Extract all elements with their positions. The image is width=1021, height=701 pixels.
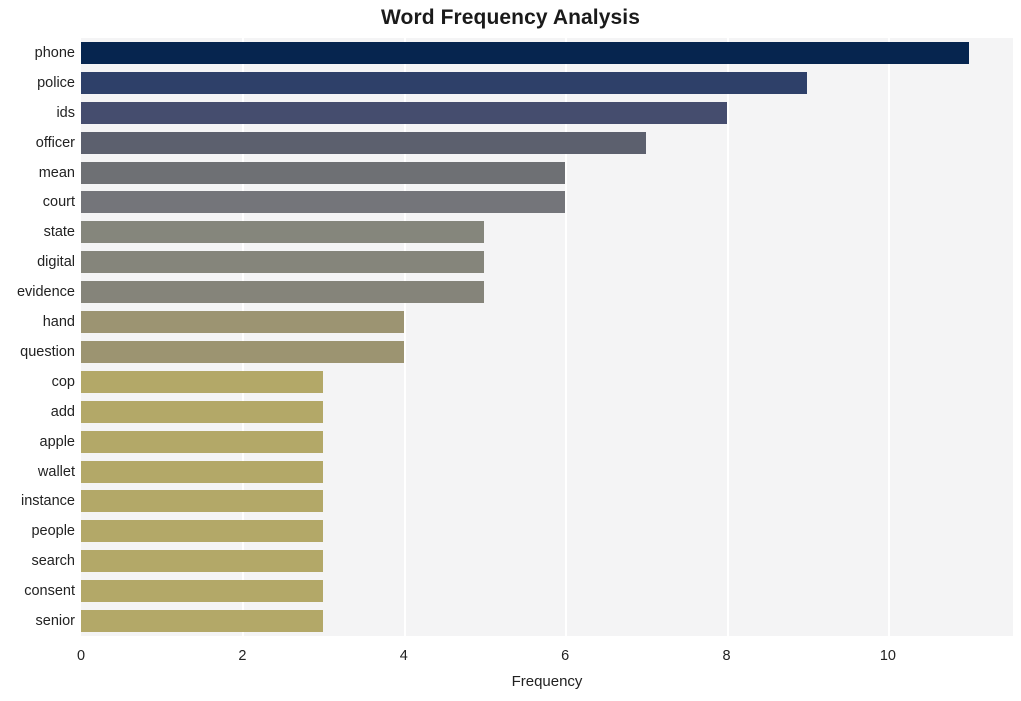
bar	[81, 520, 324, 543]
y-axis-tick-label: consent	[24, 583, 75, 600]
page-title: Word Frequency Analysis	[380, 6, 641, 29]
x-axis-tick-label: 0	[76, 648, 86, 664]
y-axis-tick-label: apple	[39, 433, 75, 450]
y-axis-tick-label: state	[43, 224, 75, 241]
y-axis-tick-label: wallet	[37, 463, 75, 480]
y-axis-tick-label: court	[42, 194, 75, 211]
bar	[81, 460, 324, 483]
bar	[81, 191, 566, 214]
y-axis-tick-label: officer	[35, 134, 75, 151]
bar	[81, 221, 485, 244]
bar	[81, 430, 324, 453]
plot-area	[81, 38, 1013, 636]
y-axis-tick-label: digital	[37, 254, 75, 271]
y-axis-tick-label: search	[31, 553, 75, 570]
bar	[81, 610, 324, 633]
bar	[81, 311, 404, 334]
bar	[81, 161, 566, 184]
y-axis-tick-label: phone	[34, 44, 75, 61]
x-axis-tick-label: 2	[238, 648, 247, 664]
x-axis-label: Frequency	[511, 673, 583, 690]
bar	[81, 340, 404, 363]
bar	[81, 370, 324, 393]
y-axis-tick-label: police	[37, 74, 75, 91]
x-axis-tick-label: 6	[561, 648, 570, 664]
bar	[81, 131, 646, 154]
x-axis-tick-label: 4	[399, 648, 408, 664]
x-axis-tick-label: 10	[879, 648, 896, 664]
bar	[81, 71, 808, 94]
y-axis-tick-label: add	[50, 403, 75, 420]
y-axis-tick-label: hand	[42, 314, 75, 331]
bar	[81, 41, 969, 64]
y-axis-tick-label: people	[31, 523, 75, 540]
y-axis-tick-label: evidence	[16, 284, 75, 301]
bar	[81, 400, 324, 423]
bar	[81, 550, 324, 573]
word-frequency-chart-figure: Word Frequency Analysis phone police ids of…	[0, 0, 1021, 701]
y-axis-tick-label: ids	[56, 104, 75, 121]
y-axis-tick-label: mean	[38, 164, 75, 181]
y-axis-tick-labels: phone police ids officer mean court state digit…	[0, 38, 75, 636]
bar	[81, 281, 485, 304]
bar	[81, 580, 324, 603]
y-axis-tick-label: instance	[20, 493, 75, 510]
y-axis-tick-label: senior	[35, 613, 76, 630]
y-axis-tick-label: cop	[51, 373, 75, 390]
x-axis-tick-labels: 0 2 4 6 8 10	[77, 636, 1013, 666]
bar	[81, 101, 727, 124]
bar	[81, 251, 485, 274]
bar	[81, 490, 324, 513]
bars-layer	[81, 38, 1013, 636]
y-axis-tick-label: question	[20, 343, 75, 360]
x-axis-tick-label: 8	[722, 648, 731, 664]
